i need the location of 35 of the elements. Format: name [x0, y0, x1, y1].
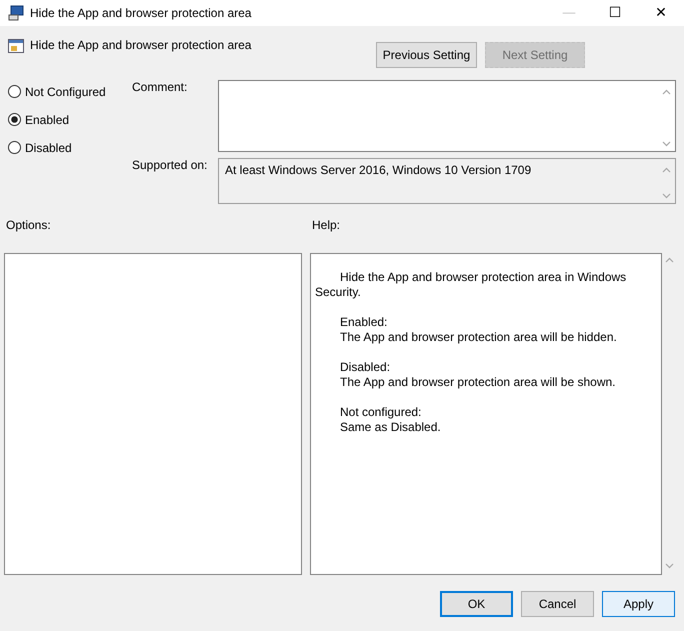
ok-button[interactable]: OK — [440, 591, 513, 617]
scroll-down-icon[interactable] — [662, 193, 671, 199]
help-text: The App and browser protection area will be shown. — [340, 375, 616, 389]
radio-label[interactable]: Disabled — [25, 140, 72, 154]
radio-label[interactable]: Enabled — [25, 112, 70, 126]
cancel-button[interactable]: Cancel — [521, 591, 594, 617]
comment-label: Comment: — [132, 80, 188, 96]
scroll-down-icon[interactable] — [662, 141, 671, 147]
help-text: Hide the App and browser protection area in Windows Security. — [315, 270, 626, 299]
computer-icon — [8, 5, 24, 21]
radio-button[interactable] — [8, 141, 21, 154]
help-label: Help: — [312, 218, 340, 234]
window-title: Hide the App and browser protection area — [30, 6, 252, 20]
help-text: Enabled: — [340, 315, 388, 329]
help-text: Not configured: — [340, 405, 422, 419]
options-label: Options: — [6, 218, 51, 232]
policy-title: Hide the App and browser protection area — [30, 38, 252, 52]
apply-button[interactable]: Apply — [602, 591, 675, 617]
radio-button[interactable] — [8, 113, 21, 126]
supported-on-label: Supported on: — [132, 158, 208, 172]
scroll-down-icon[interactable] — [664, 563, 674, 569]
previous-setting-button[interactable]: Previous Setting — [376, 42, 477, 68]
maximize-button[interactable]: ☐ — [592, 0, 638, 26]
window-icon — [8, 38, 24, 54]
comment-field[interactable] — [218, 80, 676, 152]
scroll-up-icon[interactable] — [662, 89, 671, 95]
scroll-up-icon[interactable] — [664, 257, 674, 263]
help-text: The App and browser protection area will be hidden. — [340, 330, 617, 344]
help-text: Same as Disabled. — [340, 420, 441, 434]
radio-label[interactable]: Not Configured — [25, 84, 106, 98]
supported-on-text: At least Windows Server 2016, Windows 10 Version 1709 — [225, 163, 532, 177]
close-button[interactable]: ✕ — [638, 0, 684, 26]
radio-button[interactable] — [8, 85, 21, 98]
scroll-up-icon[interactable] — [662, 167, 671, 173]
help-text: Disabled: — [340, 360, 390, 374]
